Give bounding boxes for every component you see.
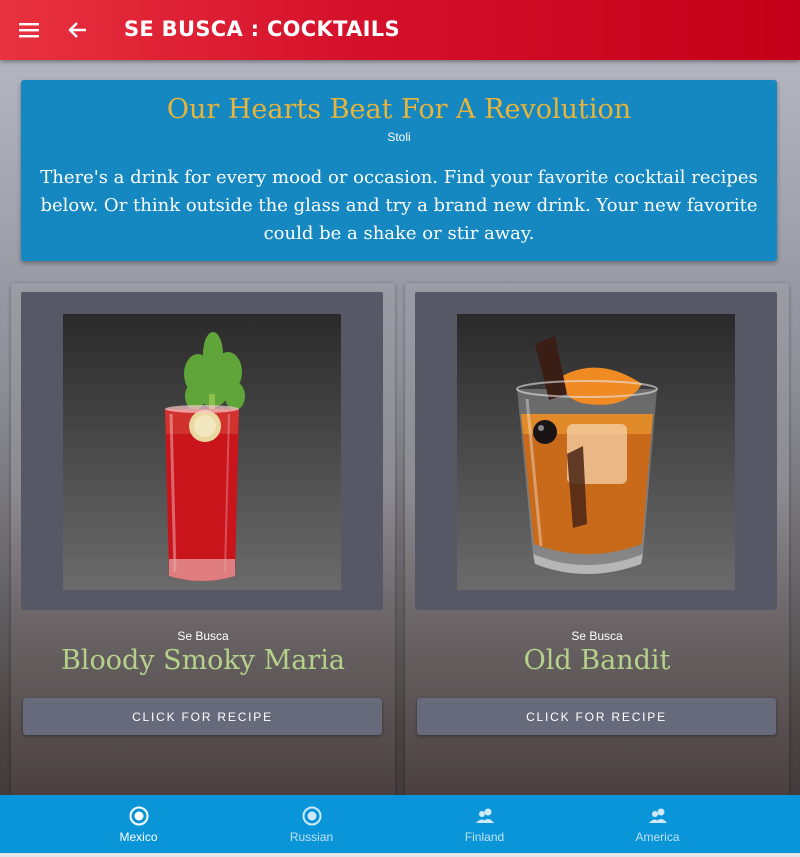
banner-subtitle: Stoli	[387, 130, 411, 144]
banner-title: Our Hearts Beat For A Revolution	[166, 94, 632, 125]
card-title: Bloody Smoky Maria	[60, 645, 346, 676]
people-icon	[475, 808, 494, 823]
bottom-navigation: Mexico Russian Finland America	[0, 795, 800, 853]
click-for-recipe-button[interactable]: CLICK FOR RECIPE	[417, 698, 776, 735]
click-for-recipe-button[interactable]: CLICK FOR RECIPE	[23, 698, 382, 735]
arrow-left-icon[interactable]	[66, 18, 90, 42]
nav-tab-america[interactable]: America	[571, 795, 744, 853]
menu-icon[interactable]	[17, 18, 41, 42]
nav-tab-mexico[interactable]: Mexico	[52, 795, 225, 853]
card-brand: Se Busca	[571, 629, 623, 643]
target-icon	[302, 806, 321, 825]
banner-description: There's a drink for every mood or occasi…	[40, 167, 758, 244]
old-fashioned-cocktail-image[interactable]	[457, 314, 735, 590]
intro-banner: Our Hearts Beat For A Revolution Stoli T…	[21, 80, 777, 261]
nav-tab-russian[interactable]: Russian	[225, 795, 398, 853]
bloody-maria-cocktail-image[interactable]	[63, 314, 341, 590]
nav-label: Mexico	[119, 829, 158, 844]
nav-label: Russian	[289, 829, 334, 844]
cocktail-card: Se Busca Bloody Smoky Maria CLICK FOR RE…	[11, 283, 395, 797]
page-title: SE BUSCA : COCKTAILS	[124, 17, 400, 41]
target-icon	[129, 806, 148, 825]
nav-label: America	[635, 829, 680, 844]
card-title: Old Bandit	[523, 645, 671, 676]
card-brand: Se Busca	[177, 629, 229, 643]
card-image-frame	[21, 292, 383, 610]
nav-label: Finland	[464, 829, 505, 844]
cocktail-card: Se Busca Old Bandit CLICK FOR RECIPE	[405, 283, 789, 797]
people-icon	[648, 808, 667, 823]
card-image-frame	[415, 292, 777, 610]
bottom-edge	[0, 853, 800, 857]
nav-tab-finland[interactable]: Finland	[398, 795, 571, 853]
app-bar: SE BUSCA : COCKTAILS	[0, 0, 800, 60]
